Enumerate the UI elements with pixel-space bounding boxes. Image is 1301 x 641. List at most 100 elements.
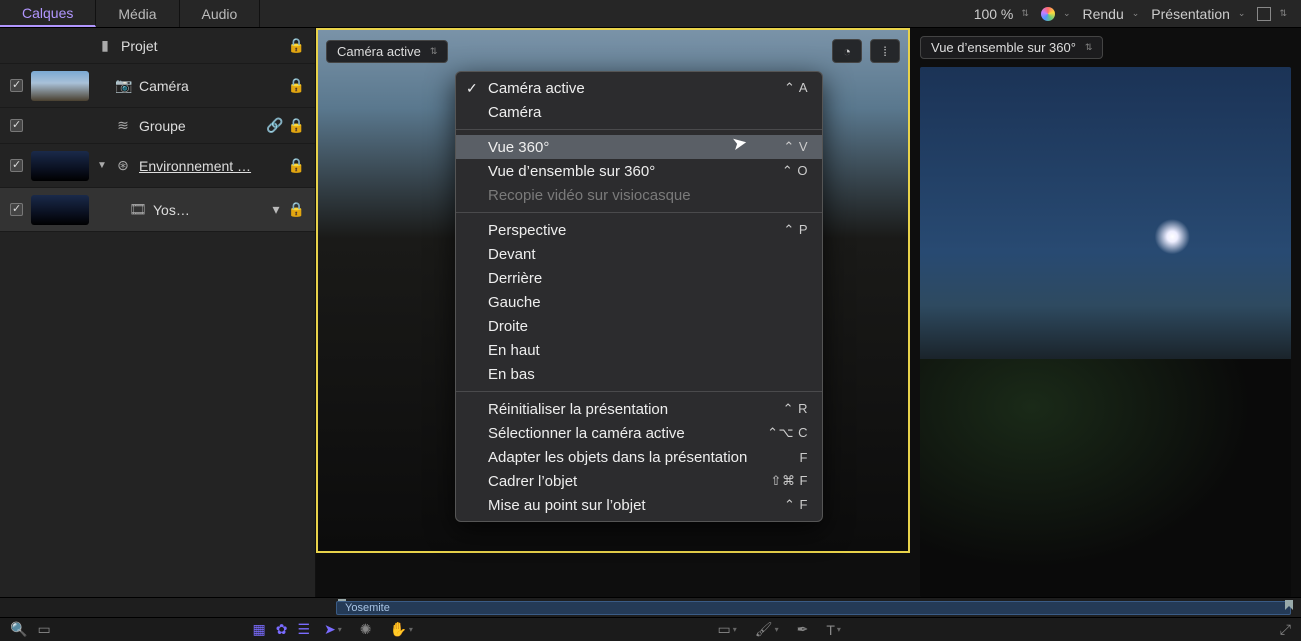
menu-left[interactable]: Gauche <box>456 290 822 314</box>
tab-layers[interactable]: Calques <box>0 0 96 27</box>
fullscreen-toggle[interactable]: ⤢ <box>1280 621 1291 638</box>
overview-panel: Vue d’ensemble sur 360° ⇅ <box>910 28 1301 597</box>
camera-icon: 📷 <box>115 77 131 94</box>
hand-tool[interactable]: ✋▾ <box>389 621 412 638</box>
layer-environment[interactable]: ▼ ⊛ Environnement … 🔒 <box>0 144 315 188</box>
paint-tool[interactable]: 🖌▾ <box>755 621 779 638</box>
layer-thumbnail[interactable] <box>31 71 89 101</box>
menu-fit-objects[interactable]: Adapter les objets dans la présentationF <box>456 445 822 469</box>
layer-project-label: Projet <box>121 38 280 54</box>
select-tool[interactable]: ➤▾ <box>324 621 342 638</box>
project-icon: ▮ <box>97 37 113 54</box>
chevron-down-icon: ▾ <box>775 625 779 634</box>
masks-tab[interactable]: ☰ <box>297 621 310 638</box>
layout-toggle[interactable]: ▭ <box>37 621 50 638</box>
rectangle-tool[interactable]: ▭▾ <box>718 621 737 638</box>
timeline-clip[interactable]: Yosemite <box>336 601 1291 615</box>
layer-lock-icons[interactable]: 🔗 🔒 <box>266 117 305 134</box>
menu-frame-object[interactable]: Cadrer l’objet⇧⌘ F <box>456 469 822 493</box>
timeline-clip-label: Yosemite <box>345 602 390 614</box>
overflow-icon[interactable]: ▾ <box>273 201 280 218</box>
layer-clip-label: Yos… <box>153 202 265 218</box>
viewer-hud: Caméra active ⇅ ◔ ⁞ <box>326 38 900 64</box>
layer-visibility-checkbox[interactable] <box>10 119 23 132</box>
menu-hmd-output: Recopie vidéo sur visiocasque <box>456 183 822 207</box>
3d-transform-tool[interactable]: ✺ <box>360 621 372 638</box>
menu-separator <box>456 212 822 213</box>
orbit-icon: ✺ <box>360 621 372 638</box>
layer-group[interactable]: ≋ Groupe 🔗 🔒 <box>0 108 315 144</box>
menu-back[interactable]: Derrière <box>456 266 822 290</box>
camera-view-menu: Caméra active⌃ A Caméra Vue 360°⌃ V Vue … <box>455 71 823 522</box>
layer-lock-icon[interactable]: 🔒 <box>288 77 305 94</box>
layer-lock-icon[interactable]: 🔒 <box>288 157 305 174</box>
zoom-menu[interactable]: 100 %⇅ <box>974 6 1029 22</box>
layer-thumbnail[interactable] <box>31 195 89 225</box>
color-channel-menu[interactable]: ⌄ <box>1041 7 1071 21</box>
menu-perspective[interactable]: Perspective⌃ P <box>456 218 822 242</box>
filmstrip-icon: 🎞 <box>129 201 145 218</box>
toolbar-right: 100 %⇅ ⌄ Rendu⌄ Présentation⌄ ⇅ <box>974 6 1301 22</box>
layer-clip[interactable]: 🎞 Yos… ▾ 🔒 <box>0 188 315 232</box>
disclosure-triangle-icon[interactable]: ▼ <box>97 160 107 171</box>
render-menu[interactable]: Rendu⌄ <box>1082 6 1139 22</box>
overview-viewport[interactable] <box>920 67 1291 597</box>
layer-visibility-checkbox[interactable] <box>10 203 23 216</box>
layer-group-label: Groupe <box>139 118 258 134</box>
menu-right[interactable]: Droite <box>456 314 822 338</box>
menu-360-overview[interactable]: Vue d’ensemble sur 360°⌃ O <box>456 159 822 183</box>
gear-pattern-icon: ▦ <box>252 621 265 638</box>
menu-camera[interactable]: Caméra <box>456 100 822 124</box>
layer-visibility-checkbox[interactable] <box>10 79 23 92</box>
menu-separator <box>456 129 822 130</box>
tab-media-label: Média <box>118 6 156 22</box>
main-viewer[interactable]: Caméra active ⇅ ◔ ⁞ Caméra active⌃ A Cam… <box>316 28 910 553</box>
chevron-down-icon: ▾ <box>338 625 342 634</box>
chevron-down-icon: ⌄ <box>1063 8 1071 19</box>
menu-focus-object[interactable]: Mise au point sur l’objet⌃ F <box>456 493 822 517</box>
overview-header: Vue d’ensemble sur 360° ⇅ <box>920 36 1291 59</box>
presentation-menu[interactable]: Présentation⌄ <box>1151 6 1245 22</box>
menu-select-active-camera[interactable]: Sélectionner la caméra active⌃⌥ C <box>456 421 822 445</box>
layer-project[interactable]: ▮ Projet 🔒 <box>0 28 315 64</box>
record-button[interactable]: ◔ <box>832 39 862 63</box>
menu-active-camera[interactable]: Caméra active⌃ A <box>456 76 822 100</box>
chevron-updown-icon: ⇅ <box>1021 8 1029 19</box>
overview-view-dropdown[interactable]: Vue d’ensemble sur 360° ⇅ <box>920 36 1103 59</box>
chevron-down-icon: ▾ <box>409 625 413 634</box>
chevron-down-icon: ⌄ <box>1238 8 1246 19</box>
layers-panel: ▮ Projet 🔒 📷 Caméra 🔒 ≋ Groupe 🔗 🔒 ▼ ⊛ E… <box>0 28 316 597</box>
menu-360-view[interactable]: Vue 360°⌃ V <box>456 135 822 159</box>
tab-layers-label: Calques <box>22 5 73 21</box>
menu-separator <box>456 391 822 392</box>
layout-menu[interactable]: ⇅ <box>1257 7 1287 21</box>
search-button[interactable]: 🔍 <box>10 621 27 638</box>
layer-camera[interactable]: 📷 Caméra 🔒 <box>0 64 315 108</box>
menu-reset-view[interactable]: Réinitialiser la présentation⌃ R <box>456 397 822 421</box>
chevron-down-icon: ▾ <box>733 625 737 634</box>
tab-media[interactable]: Média <box>96 0 179 27</box>
color-wheel-icon <box>1041 7 1055 21</box>
chevron-down-icon: ⌄ <box>1132 8 1140 19</box>
viewer-options-button[interactable]: ⁞ <box>870 39 900 63</box>
panel-tabs: Calques Média Audio <box>0 0 260 27</box>
text-tool[interactable]: T▾ <box>826 622 841 638</box>
mini-timeline[interactable]: Yosemite <box>0 597 1301 617</box>
tab-audio[interactable]: Audio <box>180 0 261 27</box>
filters-tab[interactable]: ✿ <box>276 621 288 638</box>
layer-lock-icon[interactable]: 🔒 <box>288 37 305 54</box>
gear-icon: ✿ <box>276 621 288 638</box>
overview-view-label: Vue d’ensemble sur 360° <box>931 40 1076 55</box>
camera-view-dropdown[interactable]: Caméra active ⇅ <box>326 40 448 63</box>
monitor-icon: ▭ <box>37 621 50 638</box>
layer-visibility-checkbox[interactable] <box>10 159 23 172</box>
menu-top[interactable]: En haut <box>456 338 822 362</box>
menu-bottom[interactable]: En bas <box>456 362 822 386</box>
menu-front[interactable]: Devant <box>456 242 822 266</box>
layer-lock-icon[interactable]: 🔒 <box>288 201 305 218</box>
tab-audio-label: Audio <box>202 6 238 22</box>
behaviors-tab[interactable]: ▦ <box>252 621 265 638</box>
layer-thumbnail[interactable] <box>31 151 89 181</box>
bottom-left-tools: 🔍 ▭ ▦ ✿ ☰ <box>10 621 310 638</box>
pen-tool[interactable]: ✒ <box>797 621 809 638</box>
